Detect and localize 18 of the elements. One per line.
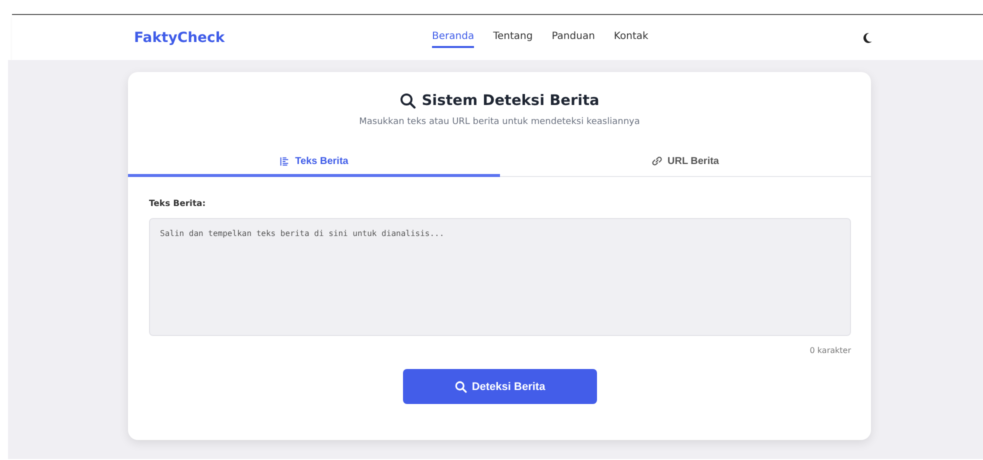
tab[interactable]: URL Berita bbox=[500, 149, 871, 177]
nav-link[interactable]: Beranda bbox=[432, 27, 474, 48]
lines-icon bbox=[279, 156, 290, 167]
card-title: Sistem Deteksi Berita bbox=[422, 93, 600, 109]
card-subtitle: Masukkan teks atau URL berita untuk mendeteksi keasliannya bbox=[358, 117, 641, 127]
input-field[interactable]: Salin dan tempelkan teks berita di sini untuk dianalisis... bbox=[149, 218, 851, 336]
nav-link[interactable]: Panduan bbox=[552, 27, 595, 48]
moon-icon[interactable] bbox=[861, 32, 873, 44]
search-icon bbox=[400, 93, 416, 109]
field-label: Teks Berita: bbox=[149, 199, 207, 209]
link-icon bbox=[652, 156, 662, 167]
brand-logo[interactable]: FaktyCheck bbox=[134, 30, 432, 46]
character-count: 0 karakter bbox=[810, 346, 851, 355]
detect-button[interactable]: Deteksi Berita bbox=[403, 369, 597, 404]
tab[interactable]: Teks Berita bbox=[128, 149, 500, 177]
search-icon bbox=[454, 380, 467, 392]
nav-link[interactable]: Tentang bbox=[493, 27, 533, 48]
nav-link[interactable]: Kontak bbox=[614, 27, 648, 48]
